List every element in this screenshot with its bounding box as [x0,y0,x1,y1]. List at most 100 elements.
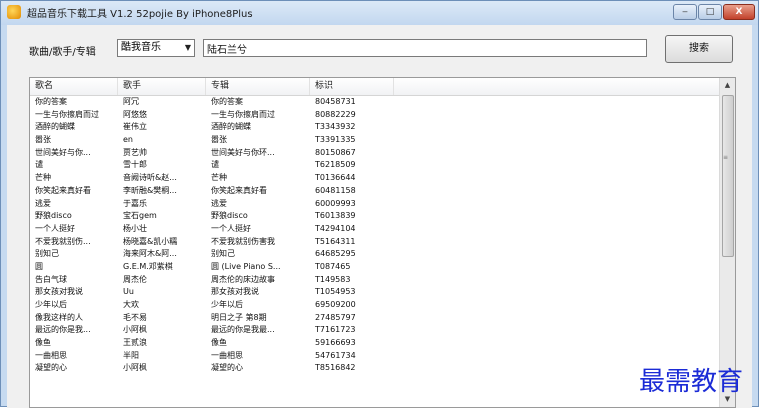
table-row[interactable]: 芒种 音阙诗听&赵... 芒种 T0136644 [30,172,720,185]
artist-cell: 于嘉乐 [123,198,147,208]
id-cell: T5164311 [315,236,356,246]
artist-cell: 雪十郎 [123,160,147,170]
close-button[interactable]: X [723,4,755,20]
table-row[interactable]: 你笑起来真好看 李昕融&樊桐... 你笑起来真好看 60481158 [30,185,720,198]
album-cell: 圆 (Live Piano S... [211,261,281,271]
song-title-cell: 野狼disco [35,211,72,221]
artist-cell: 小阿枫 [123,325,147,335]
music-source-dropdown[interactable]: 酷我音乐 ▼ [117,39,195,57]
table-row[interactable]: 酒醉的蝴蝶 崔伟立 酒醉的蝴蝶 T3343932 [30,121,720,134]
column-header-album[interactable]: 专辑 [206,78,310,95]
app-logo-icon [7,5,21,19]
id-cell: T0136644 [315,173,356,183]
song-title-cell: 世间美好与你... [35,147,91,157]
table-row[interactable]: 嚣张 en 嚣张 T3391335 [30,134,720,147]
album-cell: 像鱼 [211,338,227,348]
column-header-song[interactable]: 歌名 [30,78,118,95]
id-cell: T3391335 [315,135,356,145]
scrollbar-thumb[interactable] [722,95,734,257]
artist-cell: 小阿枫 [123,363,147,373]
artist-cell: 阿悠悠 [123,109,147,119]
album-cell: 少年以后 [211,300,243,309]
table-row[interactable]: 像鱼 王贰浪 像鱼 59166693 [30,337,720,350]
id-cell: 60009993 [315,198,356,208]
id-cell: T4294104 [315,223,356,233]
id-cell: 60481158 [315,185,356,195]
album-cell: 逃爱 [211,198,227,208]
song-title-cell: 逃爱 [35,198,51,208]
table-row[interactable]: 告白气球 周杰伦 周杰伦的床边故事 T149583 [30,274,720,287]
column-header-id[interactable]: 标识 [310,78,394,95]
table-row[interactable]: 最远的你是我... 小阿枫 最远的你是我最... T7161723 [30,324,720,337]
song-title-cell: 那女孩对我说 [35,287,83,297]
table-row[interactable]: 野狼disco 宝石gem 野狼disco T6013839 [30,210,720,223]
album-cell: 周杰伦的床边故事 [211,274,275,284]
id-cell: T149583 [315,274,351,284]
search-button[interactable]: 搜索 [665,35,733,63]
table-row[interactable]: 少年以后 大欢 少年以后 69509200 [30,299,720,312]
table-row[interactable]: 你的答案 阿冗 你的答案 80458731 [30,96,720,109]
main-panel: 歌曲/歌手/专辑 酷我音乐 ▼ 搜索 歌名 歌手 专辑 标识 你的答案阿冗你的答… [7,25,752,408]
song-title-cell: 一生与你擦肩而过 [35,109,99,119]
artist-cell: 杨晓嘉&凯小糯 [123,236,178,246]
id-cell: 80150867 [315,147,356,157]
album-cell: 你笑起来真好看 [211,185,267,195]
artist-cell: 杨小壮 [123,223,147,233]
table-row[interactable]: 一曲相思 半阳 一曲相思 54761734 [30,350,720,363]
album-cell: 明日之子 第8期 [211,312,267,322]
table-row[interactable]: 凝望的心 小阿枫 凝望的心 T8516842 [30,362,720,375]
table-row[interactable]: 像我这样的人 毛不易 明日之子 第8期 27485797 [30,312,720,325]
table-row[interactable]: 圆 G.E.M.邓紫棋 圆 (Live Piano S... T087465 [30,261,720,274]
results-rows: 你的答案 阿冗 你的答案 80458731 一生与你擦肩而过 阿悠悠 一生与你擦肩而过 808… [30,96,720,375]
id-cell: 27485797 [315,312,356,322]
watermark-text: 最需教育 [639,367,744,397]
maximize-button[interactable]: □ [698,4,722,20]
scroll-up-arrow-icon[interactable]: ▲ [720,78,735,93]
table-row[interactable]: 世间美好与你... 贾艺帅 世间美好与你环... 80150867 [30,147,720,160]
song-title-cell: 你的答案 [35,97,67,106]
album-cell: 不爱我就别伤害我 [211,236,275,246]
id-cell: T1054953 [315,287,356,297]
song-title-cell: 酒醉的蝴蝶 [35,122,75,132]
table-row[interactable]: 别知己 海来阿木&阿... 别知己 64685295 [30,248,720,261]
window-title: 超品音乐下载工具 V1.2 52pojie By iPhone8Plus [27,9,253,20]
artist-cell: 周杰伦 [123,274,147,284]
album-cell: 芒种 [211,173,227,183]
album-cell: 那女孩对我说 [211,287,259,297]
table-row[interactable]: 一个人挺好 杨小壮 一个人挺好 T4294104 [30,223,720,236]
album-cell: 别知己 [211,249,235,259]
album-cell: 嚣张 [211,135,227,145]
album-cell: 一曲相思 [211,350,243,360]
song-title-cell: 你笑起来真好看 [35,185,91,195]
search-input[interactable] [203,39,647,57]
id-cell: T7161723 [315,325,356,335]
artist-cell: 半阳 [123,350,139,360]
scrollbar-grip-icon: ≡ [723,154,729,161]
song-title-cell: 少年以后 [35,300,67,309]
table-row[interactable]: 一生与你擦肩而过 阿悠悠 一生与你擦肩而过 80882229 [30,109,720,122]
table-row[interactable]: 不爱我就别伤... 杨晓嘉&凯小糯 不爱我就别伤害我 T5164311 [30,236,720,249]
album-cell: 凝望的心 [211,363,243,373]
song-title-cell: 别知己 [35,249,59,259]
song-title-cell: 像鱼 [35,338,51,348]
vertical-scrollbar[interactable]: ▲ ≡ ▼ [719,78,735,407]
song-title-cell: 嚣张 [35,135,51,145]
id-cell: 59166693 [315,338,356,348]
artist-cell: 贾艺帅 [123,147,147,157]
search-type-label: 歌曲/歌手/专辑 [29,47,96,58]
song-title-cell: 芒种 [35,173,51,183]
column-header-artist[interactable]: 歌手 [118,78,206,95]
minimize-button[interactable]: ‒ [673,4,697,20]
id-cell: 80458731 [315,97,356,106]
id-cell: 64685295 [315,249,356,259]
table-row[interactable]: 谴 雪十郎 谴 T6218509 [30,159,720,172]
id-cell: 54761734 [315,350,356,360]
results-list[interactable]: 歌名 歌手 专辑 标识 你的答案 阿冗 你的答案 80458731 一生与你擦肩而过 阿悠… [29,77,736,408]
artist-cell: Uu [123,287,134,297]
table-row[interactable]: 逃爱 于嘉乐 逃爱 60009993 [30,198,720,211]
id-cell: T8516842 [315,363,356,373]
song-title-cell: 一个人挺好 [35,223,75,233]
table-row[interactable]: 那女孩对我说 Uu 那女孩对我说 T1054953 [30,286,720,299]
artist-cell: G.E.M.邓紫棋 [123,261,173,271]
title-bar[interactable]: 超品音乐下载工具 V1.2 52pojie By iPhone8Plus ‒ □… [1,1,758,25]
